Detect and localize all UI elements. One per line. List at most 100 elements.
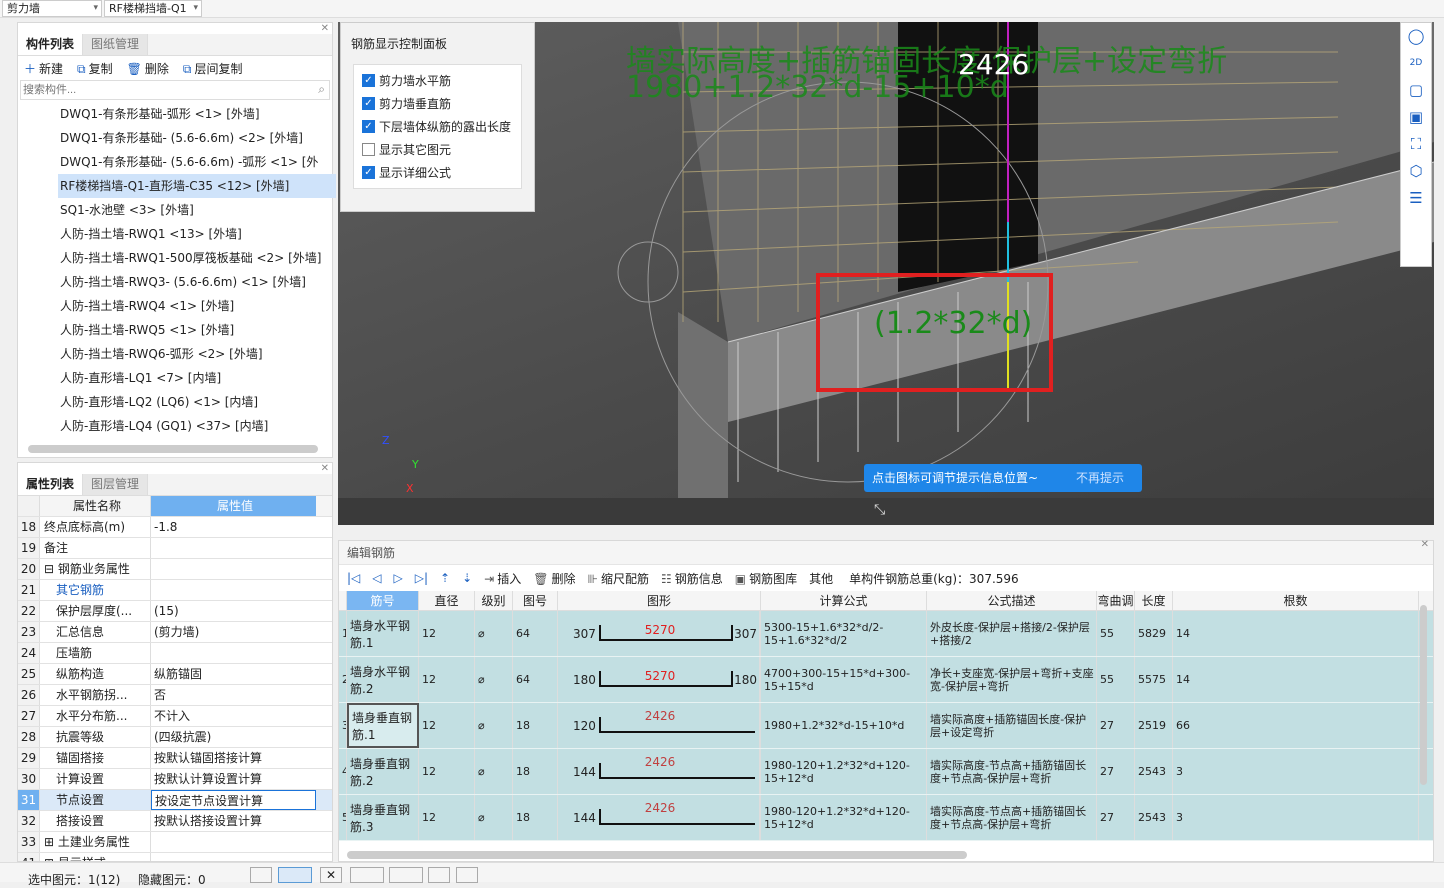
shape-tool-button[interactable] <box>428 867 450 883</box>
cell-name[interactable]: 墙身垂直钢筋.1 <box>347 703 419 748</box>
point-tool-button[interactable] <box>389 867 423 883</box>
next-icon[interactable]: ▷ <box>394 571 403 585</box>
tab-0[interactable]: 属性列表 <box>18 474 84 495</box>
property-row[interactable]: 20 ⊟ 钢筋业务属性 <box>18 559 332 580</box>
checkbox-icon[interactable]: ✓ <box>362 120 375 133</box>
close-icon[interactable]: ✕ <box>18 23 332 34</box>
element-type-dropdown[interactable]: 剪力墙 <box>2 0 102 17</box>
property-row[interactable]: 22 保护层厚度(... (15) <box>18 601 332 622</box>
edit-toolbar-button-0[interactable]: ⇥ 插入 <box>484 570 521 587</box>
cell-name[interactable]: 墙身水平钢筋.1 <box>347 611 419 656</box>
property-value[interactable]: 纵筋锚固 <box>151 664 316 684</box>
select-tool-button[interactable] <box>250 867 272 883</box>
list-item[interactable]: DWQ1-有条形基础-弧形 <1> [外墙] <box>18 102 332 126</box>
prev-icon[interactable]: ◁ <box>372 571 381 585</box>
cell-name[interactable]: 墙身垂直钢筋.2 <box>347 749 419 794</box>
checkbox-option[interactable]: ✓ 剪力墙水平筋 <box>362 69 513 92</box>
edit-toolbar-button-3[interactable]: ☷ 钢筋信息 <box>661 570 723 587</box>
property-row[interactable]: 18 终点底标高(m) -1.8 <box>18 517 332 538</box>
cross-select-button[interactable]: ✕ <box>320 867 342 883</box>
property-value[interactable]: 按设定节点设置计算 <box>151 790 316 810</box>
list-item[interactable]: 人防-挡土墙-RWQ3- (5.6-6.6m) <1> [外墙] <box>18 270 332 294</box>
table-row[interactable]: 3墙身垂直钢筋.112⌀1812024261980+1.2*32*d-15+10… <box>339 703 1433 749</box>
checkbox-icon[interactable] <box>362 143 375 156</box>
toolbar-button-0[interactable]: ＋新建 <box>24 60 63 77</box>
move-down-icon[interactable]: ⇣ <box>462 571 472 585</box>
property-value[interactable]: 按默认计算设置计算 <box>151 769 316 789</box>
dismiss-tip-link[interactable]: 不再提示 <box>1076 464 1124 492</box>
property-value[interactable] <box>151 580 316 600</box>
list-item[interactable]: DWQ1-有条形基础- (5.6-6.6m) <2> [外墙] <box>18 126 332 150</box>
property-row[interactable]: 30 计算设置 按默认计算设置计算 <box>18 769 332 790</box>
edit-toolbar-button-1[interactable]: 🗑 删除 <box>533 570 575 587</box>
property-value[interactable]: -1.8 <box>151 517 316 537</box>
checkbox-option[interactable]: ✓ 显示详细公式 <box>362 161 513 184</box>
orbit-icon[interactable]: ◯ <box>1401 23 1431 50</box>
property-value[interactable]: 按默认搭接设置计算 <box>151 811 316 831</box>
cell-name[interactable]: 墙身垂直钢筋.3 <box>347 795 419 840</box>
list-item[interactable]: DWQ1-有条形基础- (5.6-6.6m) -弧形 <1> [外 <box>18 150 332 174</box>
property-value[interactable] <box>151 559 316 579</box>
list-settings-icon[interactable]: ☰ <box>1401 185 1431 212</box>
list-item[interactable]: SQ1-水池壁 <3> [外墙] <box>18 198 332 222</box>
tab-1[interactable]: 图层管理 <box>83 474 149 495</box>
cube-icon[interactable]: ⬡ <box>1401 158 1431 185</box>
search-icon[interactable]: ⌕ <box>318 82 325 97</box>
edit-toolbar-button-4[interactable]: ▣ 钢筋图库 <box>735 570 797 587</box>
property-value[interactable]: (15) <box>151 601 316 621</box>
property-row[interactable]: 32 搭接设置 按默认搭接设置计算 <box>18 811 332 832</box>
checkbox-option[interactable]: 显示其它图元 <box>362 138 513 161</box>
table-row[interactable]: 5墙身垂直钢筋.312⌀1814424261980-120+1.2*32*d+1… <box>339 795 1433 841</box>
property-value[interactable]: 否 <box>151 685 316 705</box>
toolbar-button-1[interactable]: ⧉ 复制 <box>77 60 113 77</box>
first-icon[interactable]: |◁ <box>347 571 360 585</box>
property-row[interactable]: 23 汇总信息 (剪力墙) <box>18 622 332 643</box>
property-value[interactable] <box>151 832 316 852</box>
checkbox-option[interactable]: ✓ 下层墙体纵筋的露出长度 <box>362 115 513 138</box>
last-icon[interactable]: ▷| <box>415 571 428 585</box>
checkbox-icon[interactable]: ✓ <box>362 166 375 179</box>
property-value[interactable] <box>151 538 316 558</box>
table-row[interactable]: 2墙身水平钢筋.212⌀6418052701804700+300-15+15*d… <box>339 657 1433 703</box>
tab-0[interactable]: 构件列表 <box>18 34 84 55</box>
list-item[interactable]: 人防-直形墙-LQ4 (GQ1) <37> [内墙] <box>18 414 332 438</box>
component-dropdown[interactable]: RF楼梯挡墙-Q1 <box>104 0 202 17</box>
property-value[interactable]: 不计入 <box>151 706 316 726</box>
horizontal-scrollbar[interactable] <box>347 851 967 859</box>
move-up-icon[interactable]: ⇡ <box>440 571 450 585</box>
vertical-scrollbar[interactable] <box>1420 605 1427 785</box>
table-row[interactable]: 1墙身水平钢筋.112⌀6430752703075300-15+1.6*32*d… <box>339 611 1433 657</box>
box-select-button[interactable] <box>278 867 312 883</box>
toolbar-button-2[interactable]: 🗑 删除 <box>127 60 169 77</box>
property-value[interactable]: 按默认锚固搭接计算 <box>151 748 316 768</box>
list-item[interactable]: 人防-挡土墙-RWQ1-500厚筏板基础 <2> [外墙] <box>18 246 332 270</box>
property-value[interactable] <box>151 853 316 861</box>
arc-tool-button[interactable] <box>456 867 478 883</box>
box-view-icon[interactable]: ▣ <box>1401 104 1431 131</box>
close-icon[interactable]: ✕ <box>18 463 332 474</box>
collapse-icon[interactable]: ⤡ <box>874 502 885 518</box>
3d-box-icon[interactable]: ▢ <box>1401 77 1431 104</box>
list-item[interactable]: 人防-挡土墙-RWQ1 <13> [外墙] <box>18 222 332 246</box>
property-value[interactable] <box>151 643 316 663</box>
checkbox-option[interactable]: ✓ 剪力墙垂直筋 <box>362 92 513 115</box>
property-row[interactable]: 21 其它钢筋 <box>18 580 332 601</box>
horizontal-scrollbar[interactable] <box>28 445 318 453</box>
property-row[interactable]: 24 压墙筋 <box>18 643 332 664</box>
toolbar-button-3[interactable]: ⧉ 层间复制 <box>183 60 243 77</box>
search-input[interactable] <box>21 81 311 99</box>
list-item[interactable]: 人防-挡土墙-RWQ4 <1> [外墙] <box>18 294 332 318</box>
property-row[interactable]: 33 ⊞ 土建业务属性 <box>18 832 332 853</box>
checkbox-icon[interactable]: ✓ <box>362 97 375 110</box>
2d-view-icon[interactable]: 2D <box>1401 50 1431 77</box>
property-value[interactable]: (四级抗震) <box>151 727 316 747</box>
list-item[interactable]: 人防-直形墙-LQ1 <7> [内墙] <box>18 366 332 390</box>
edit-toolbar-button-5[interactable]: 其他 <box>809 570 833 587</box>
property-row[interactable]: 41⊞ 显示样式 <box>18 853 332 861</box>
list-item[interactable]: RF楼梯挡墙-Q1-直形墙-C35 <12> [外墙] <box>58 174 336 198</box>
tab-1[interactable]: 图纸管理 <box>83 34 149 55</box>
checkbox-icon[interactable]: ✓ <box>362 74 375 87</box>
table-row[interactable]: 4墙身垂直钢筋.212⌀1814424261980-120+1.2*32*d+1… <box>339 749 1433 795</box>
list-item[interactable]: 人防-挡土墙-RWQ5 <1> [外墙] <box>18 318 332 342</box>
cell-name[interactable]: 墙身水平钢筋.2 <box>347 657 419 702</box>
